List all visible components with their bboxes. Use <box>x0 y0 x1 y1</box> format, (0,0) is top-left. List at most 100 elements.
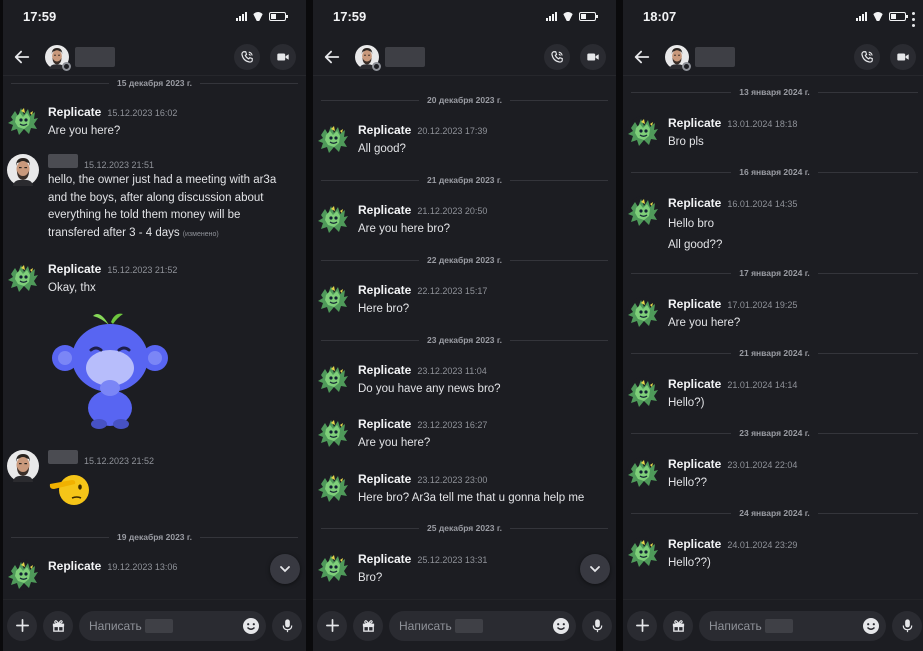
call-button[interactable] <box>234 43 260 70</box>
scroll-to-bottom-button[interactable] <box>270 554 300 584</box>
contact-avatar[interactable] <box>665 45 691 71</box>
message[interactable]: Replicate 21.01.2024 14:14 Hello?) <box>627 377 922 417</box>
message[interactable]: Replicate 19.12.2023 13:06 <box>7 559 302 599</box>
add-attachment-button[interactable] <box>627 610 657 641</box>
gift-button[interactable] <box>663 610 693 641</box>
replicate-avatar[interactable] <box>317 363 349 395</box>
plus-icon <box>15 619 29 632</box>
author-name[interactable]: Replicate <box>358 203 411 217</box>
replicate-avatar[interactable] <box>317 417 349 449</box>
contact-avatar[interactable] <box>355 45 381 71</box>
video-call-button[interactable] <box>890 43 916 70</box>
author-name[interactable]: Replicate <box>358 417 411 431</box>
author-name[interactable]: Replicate <box>358 283 411 297</box>
message-input[interactable]: Написать <box>389 610 576 641</box>
message[interactable]: Replicate 24.01.2024 23:29 Hello??) <box>627 537 922 577</box>
author-name[interactable]: Replicate <box>358 123 411 137</box>
voice-message-button[interactable] <box>272 610 302 641</box>
message-list[interactable]: 15 декабря 2023 г. Replicate 15.12.2023 1… <box>3 77 306 599</box>
author-name[interactable]: Replicate <box>668 196 721 210</box>
replicate-avatar[interactable] <box>317 203 349 235</box>
message[interactable]: 15.12.2023 21:51 hello, the owner just h… <box>7 154 302 244</box>
arrow-left-icon[interactable] <box>633 48 651 66</box>
replicate-avatar[interactable] <box>627 457 659 489</box>
microphone-icon <box>902 619 912 633</box>
author-name[interactable]: Replicate <box>668 537 721 551</box>
message[interactable]: Replicate 13.01.2024 18:18 Bro pls <box>627 116 922 156</box>
arrow-left-icon[interactable] <box>323 48 341 66</box>
author-name[interactable]: Replicate <box>668 116 721 130</box>
replicate-avatar[interactable] <box>317 552 349 584</box>
contact-avatar[interactable] <box>7 450 39 482</box>
replicate-avatar[interactable] <box>627 116 659 148</box>
replicate-avatar[interactable] <box>317 123 349 155</box>
message[interactable]: Replicate 17.01.2024 19:25 Are you here? <box>627 297 922 337</box>
message[interactable]: Replicate 16.01.2024 14:35 Hello bro All … <box>627 196 922 254</box>
add-attachment-button[interactable] <box>317 610 347 641</box>
voice-message-button[interactable] <box>892 610 922 641</box>
replicate-avatar[interactable] <box>317 283 349 315</box>
author-name[interactable]: Replicate <box>358 363 411 377</box>
video-call-button[interactable] <box>270 43 296 70</box>
author-name[interactable]: Replicate <box>668 457 721 471</box>
author-name[interactable]: Replicate <box>358 472 411 486</box>
message-list[interactable]: 13 января 2024 г. Replicate 13.01.2024 18… <box>623 77 923 599</box>
smiley-icon[interactable] <box>862 617 880 635</box>
contact-avatar[interactable] <box>7 154 39 186</box>
date-divider: 13 января 2024 г. <box>631 86 918 98</box>
timestamp: 21.01.2024 14:14 <box>727 380 798 390</box>
contact-avatar[interactable] <box>45 45 71 71</box>
clock: 17:59 <box>333 8 367 24</box>
author-name[interactable]: Replicate <box>668 377 721 391</box>
timestamp: 16.01.2024 14:35 <box>727 199 798 209</box>
arrow-left-icon[interactable] <box>13 48 31 66</box>
gift-icon <box>362 620 374 632</box>
author-name[interactable]: Replicate <box>48 559 101 573</box>
message[interactable]: Replicate 21.12.2023 20:50 Are you here b… <box>317 203 612 243</box>
microphone-icon <box>592 619 602 633</box>
video-call-button[interactable] <box>580 43 606 70</box>
replicate-avatar[interactable] <box>627 297 659 329</box>
voice-message-button[interactable] <box>582 610 612 641</box>
replicate-avatar[interactable] <box>627 196 659 228</box>
message[interactable]: Replicate 15.12.2023 21:52 Okay, thx <box>7 262 302 302</box>
message-text: hello, the owner just had a meeting with… <box>48 174 277 239</box>
message[interactable]: Replicate 23.12.2023 11:04 Do you have an… <box>317 363 612 403</box>
message-input[interactable]: Написать <box>699 610 886 641</box>
message-text: Here bro? Ar3a tell me that u gonna help… <box>358 492 585 504</box>
gift-button[interactable] <box>43 610 73 641</box>
author-name[interactable]: Replicate <box>358 552 411 566</box>
message-list[interactable]: 20 декабря 2023 г. Replicate 20.12.2023 1… <box>313 77 616 599</box>
date-divider: 25 декабря 2023 г. <box>321 522 608 534</box>
message-input[interactable]: Написать <box>79 610 266 641</box>
smiley-icon[interactable] <box>552 617 570 635</box>
message[interactable]: Replicate 23.12.2023 16:27 Are you here? <box>317 417 612 457</box>
timestamp: 20.12.2023 17:39 <box>417 126 488 136</box>
replicate-avatar[interactable] <box>317 472 349 504</box>
more-options-icon[interactable] <box>912 12 916 30</box>
call-button[interactable] <box>854 43 880 70</box>
author-name[interactable]: Replicate <box>48 262 101 276</box>
message[interactable]: Replicate 23.01.2024 22:04 Hello?? <box>627 457 922 497</box>
sticker-wumpus[interactable] <box>51 308 169 430</box>
author-name[interactable]: Replicate <box>668 297 721 311</box>
add-attachment-button[interactable] <box>7 610 37 641</box>
author-name[interactable]: Replicate <box>48 105 101 119</box>
message[interactable]: Replicate 15.12.2023 16:02 Are you here? <box>7 105 302 145</box>
call-button[interactable] <box>544 43 570 70</box>
message[interactable]: Replicate 23.12.2023 23:00 Here bro? Ar3a… <box>317 472 612 512</box>
timestamp: 25.12.2023 13:31 <box>417 555 488 565</box>
scroll-to-bottom-button[interactable] <box>580 554 610 584</box>
author-name-redacted <box>48 154 78 168</box>
message[interactable]: Replicate 25.12.2023 13:31 Bro? <box>317 552 612 592</box>
video-camera-icon <box>277 53 289 60</box>
message[interactable]: Replicate 20.12.2023 17:39 All good? <box>317 123 612 163</box>
replicate-avatar[interactable] <box>7 262 39 294</box>
message[interactable]: Replicate 22.12.2023 15:17 Here bro? <box>317 283 612 323</box>
replicate-avatar[interactable] <box>7 105 39 137</box>
replicate-avatar[interactable] <box>627 377 659 409</box>
replicate-avatar[interactable] <box>627 537 659 569</box>
smiley-icon[interactable] <box>242 617 260 635</box>
gift-button[interactable] <box>353 610 383 641</box>
replicate-avatar[interactable] <box>7 559 39 591</box>
